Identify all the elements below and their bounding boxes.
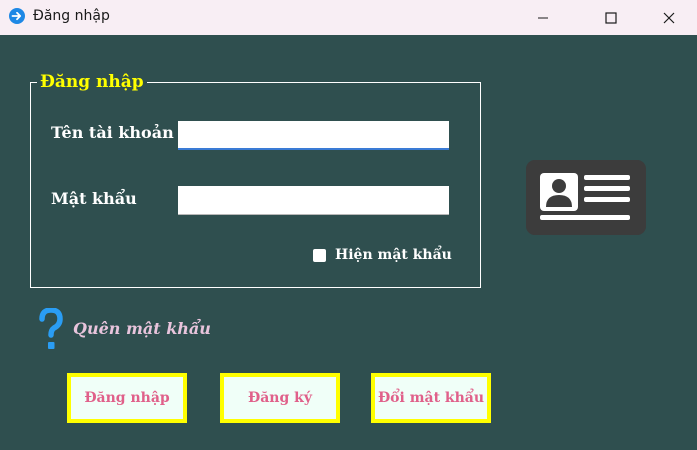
change-password-button[interactable]: Đổi mật khẩu <box>371 373 491 423</box>
minimize-button[interactable] <box>520 0 566 35</box>
username-label: Tên tài khoản <box>51 123 174 142</box>
form-body: Đăng nhập Tên tài khoản Mật khẩu Hiện mậ… <box>0 35 697 450</box>
forgot-password-link[interactable]: Quên mật khẩu <box>73 319 211 338</box>
maximize-button[interactable] <box>588 0 634 35</box>
maximize-icon <box>605 11 617 24</box>
close-icon <box>663 12 675 23</box>
register-button[interactable]: Đăng ký <box>220 373 340 423</box>
login-groupbox: Đăng nhập Tên tài khoản Mật khẩu Hiện mậ… <box>30 71 481 288</box>
password-label: Mật khẩu <box>51 189 137 208</box>
show-password-label[interactable]: Hiện mật khẩu <box>335 247 452 263</box>
question-icon <box>39 308 63 349</box>
id-card-icon <box>526 160 646 235</box>
show-password-checkbox[interactable] <box>313 249 326 262</box>
login-button[interactable]: Đăng nhập <box>67 373 187 423</box>
window-title: Đăng nhập <box>33 8 110 24</box>
app-arrow-icon <box>9 8 25 24</box>
title-bar[interactable]: Đăng nhập <box>0 0 697 35</box>
minimize-icon <box>538 17 548 18</box>
password-input[interactable] <box>178 186 449 215</box>
close-button[interactable] <box>646 0 692 35</box>
groupbox-legend: Đăng nhập <box>37 71 147 93</box>
username-input[interactable] <box>178 121 449 150</box>
